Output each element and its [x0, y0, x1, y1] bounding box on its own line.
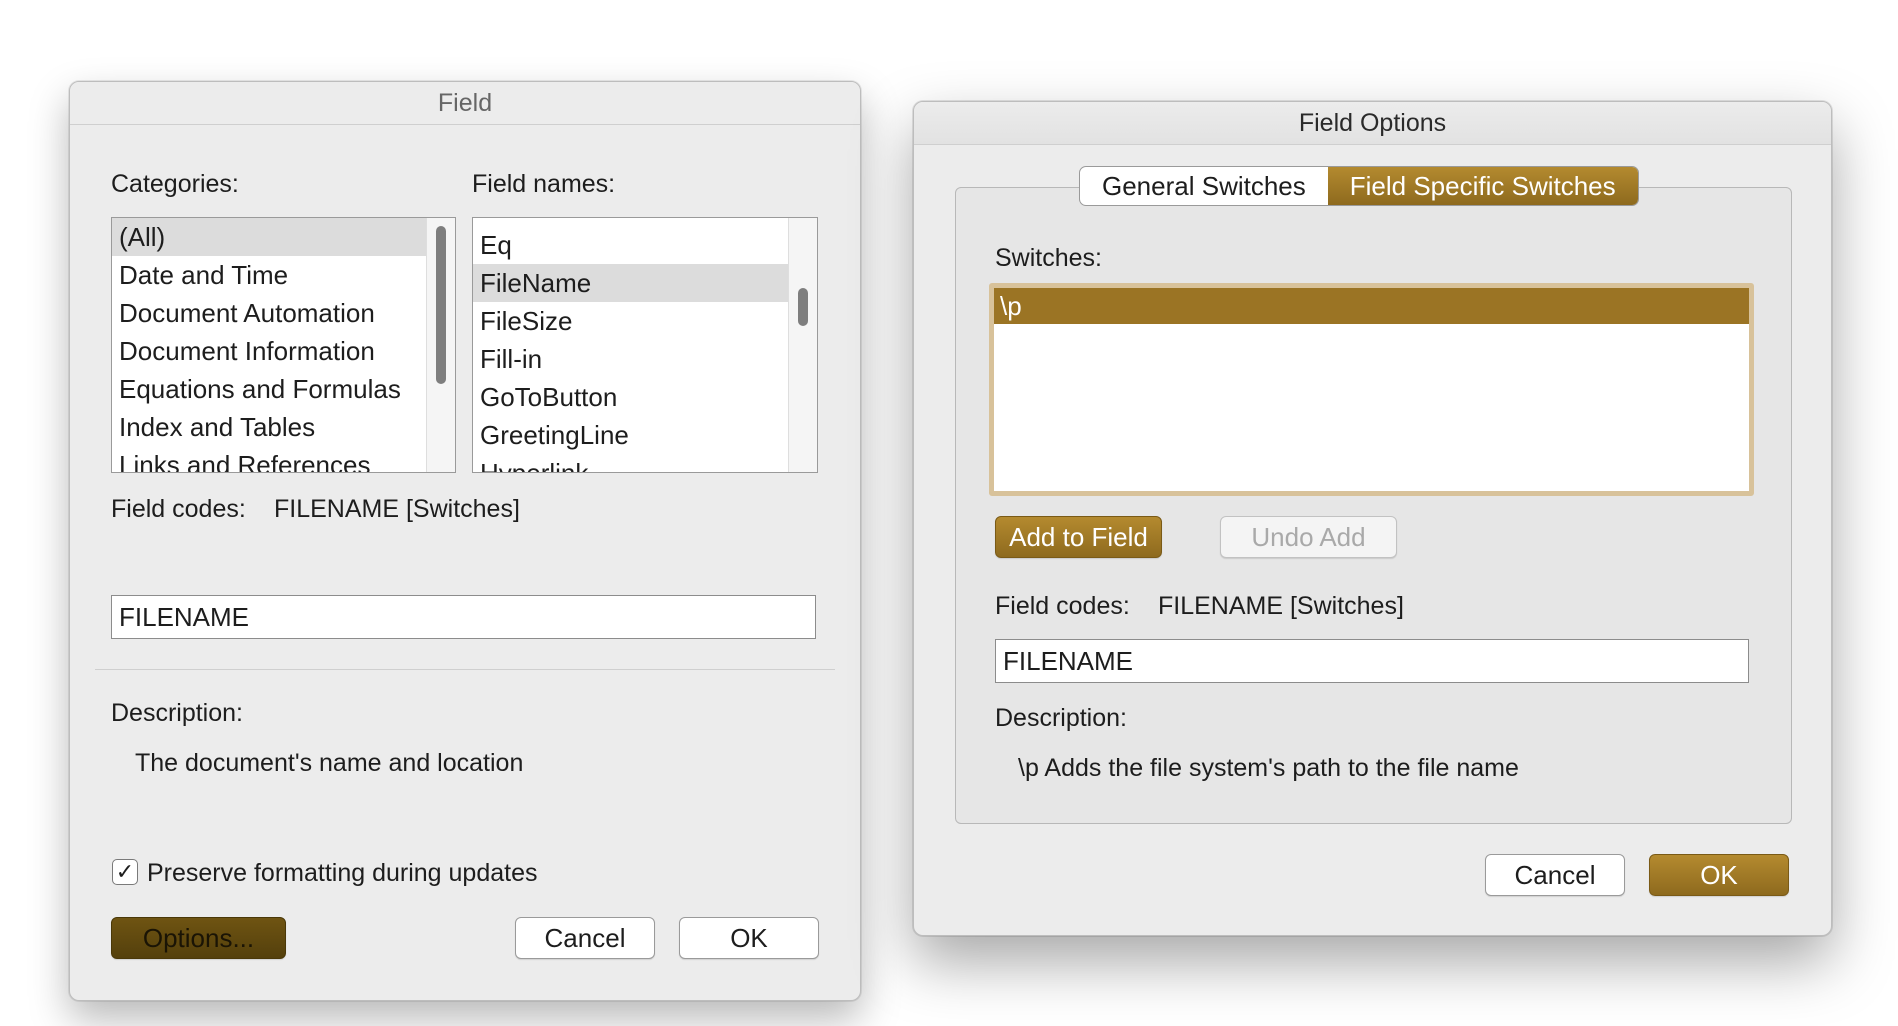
- list-item[interactable]: Document Information: [112, 332, 455, 370]
- list-item[interactable]: GreetingLine: [473, 416, 817, 454]
- field-names-list[interactable]: Eq FileName FileSize Fill-in GoToButton …: [472, 217, 818, 473]
- list-item[interactable]: \p: [994, 288, 1749, 324]
- categories-label: Categories:: [111, 170, 239, 198]
- list-item[interactable]: Date and Time: [112, 256, 455, 294]
- switches-label: Switches:: [995, 244, 1102, 272]
- list-item[interactable]: Hyperlink: [473, 454, 817, 472]
- field-codes-value: FILENAME [Switches]: [274, 495, 520, 523]
- list-item[interactable]: Fill-in: [473, 340, 817, 378]
- description-text: The document's name and location: [135, 749, 524, 777]
- list-item[interactable]: FileName: [473, 264, 817, 302]
- list-item[interactable]: (All): [112, 218, 455, 256]
- switch-tabs: General Switches Field Specific Switches: [1079, 166, 1639, 206]
- preserve-formatting-label[interactable]: Preserve formatting during updates: [147, 859, 538, 888]
- ok-button[interactable]: OK: [679, 917, 819, 959]
- divider: [95, 669, 835, 670]
- ok-button[interactable]: OK: [1649, 854, 1789, 896]
- field-code-input[interactable]: FILENAME: [111, 595, 816, 639]
- description-text: \p Adds the file system's path to the fi…: [1018, 754, 1519, 782]
- categories-scroll-thumb[interactable]: [436, 226, 446, 384]
- field-codes-value: FILENAME [Switches]: [1158, 592, 1404, 620]
- switches-list[interactable]: \p: [989, 283, 1754, 496]
- field-dialog: Field Categories: Field names: (All) Dat…: [69, 81, 861, 1001]
- list-item[interactable]: GoToButton: [473, 378, 817, 416]
- description-label: Description:: [995, 704, 1127, 732]
- field-names-scroll-thumb[interactable]: [798, 288, 808, 326]
- field-code-input[interactable]: FILENAME: [995, 639, 1749, 683]
- list-item[interactable]: FileSize: [473, 302, 817, 340]
- field-codes-label: Field codes:: [995, 592, 1130, 620]
- options-button[interactable]: Options...: [111, 917, 286, 959]
- field-codes-label: Field codes:: [111, 495, 246, 523]
- field-options-title: Field Options: [914, 102, 1831, 145]
- tab-field-specific-switches[interactable]: Field Specific Switches: [1327, 167, 1638, 205]
- categories-list[interactable]: (All) Date and Time Document Automation …: [111, 217, 456, 473]
- list-item[interactable]: Index and Tables: [112, 408, 455, 446]
- field-dialog-title: Field: [70, 82, 860, 125]
- add-to-field-button[interactable]: Add to Field: [995, 516, 1162, 558]
- field-names-scrollbar[interactable]: [788, 218, 817, 472]
- tab-general-switches[interactable]: General Switches: [1080, 167, 1328, 205]
- field-options-dialog: Field Options General Switches Field Spe…: [913, 101, 1832, 936]
- categories-scrollbar[interactable]: [426, 218, 455, 472]
- cancel-button[interactable]: Cancel: [515, 917, 655, 959]
- field-names-label: Field names:: [472, 170, 616, 198]
- list-item[interactable]: Eq: [473, 226, 817, 264]
- preserve-formatting-checkbox[interactable]: ✓: [112, 859, 138, 885]
- cancel-button[interactable]: Cancel: [1485, 854, 1625, 896]
- description-label: Description:: [111, 699, 243, 727]
- list-item[interactable]: Equations and Formulas: [112, 370, 455, 408]
- undo-add-button[interactable]: Undo Add: [1220, 516, 1397, 558]
- list-item[interactable]: Links and References: [112, 446, 455, 472]
- list-item[interactable]: Document Automation: [112, 294, 455, 332]
